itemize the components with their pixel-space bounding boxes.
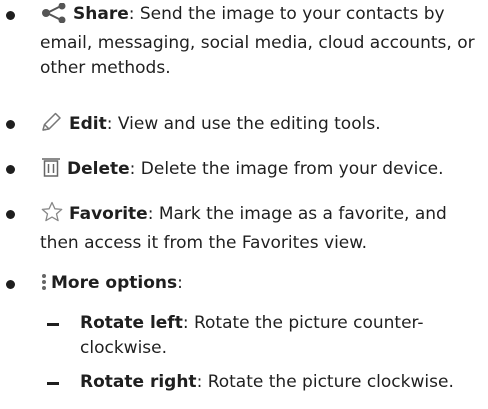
rotate-right-description: : Rotate the picture clockwise.: [196, 372, 454, 392]
delete-term: Delete: [67, 159, 130, 179]
sub-item-rotate-left: Rotate left: Rotate the picture counter-…: [47, 311, 480, 361]
edit-term: Edit: [69, 114, 107, 134]
bullet: [6, 11, 15, 20]
bullet: [6, 120, 15, 129]
edit-description: : View and use the editing tools.: [106, 114, 381, 134]
share-term: Share: [73, 4, 129, 24]
favorite-term: Favorite: [69, 204, 148, 224]
bullet: [6, 280, 15, 289]
list-item-share: Share: Send the image to your contacts b…: [6, 2, 480, 81]
share-icon: [40, 2, 68, 31]
more-options-description: :: [177, 273, 183, 293]
dash: [47, 323, 59, 326]
pencil-icon: [40, 111, 64, 141]
sub-item-rotate-right: Rotate right: Rotate the picture clockwi…: [47, 370, 480, 395]
dash: [47, 382, 59, 385]
list-item-favorite: Favorite: Mark the image as a favorite, …: [6, 201, 480, 256]
rotate-right-term: Rotate right: [80, 372, 197, 392]
star-icon: [40, 201, 64, 231]
bullet: [6, 165, 15, 174]
list-item-edit: Edit: View and use the editing tools.: [6, 111, 480, 141]
trash-icon: [40, 156, 62, 186]
list-item-delete: Delete: Delete the image from your devic…: [6, 156, 480, 186]
rotate-left-term: Rotate left: [80, 313, 183, 333]
more-options-term: More options: [51, 273, 178, 293]
list-item-more-options: More options:: [6, 271, 480, 300]
delete-description: : Delete the image from your device.: [129, 159, 444, 179]
more-options-icon: [40, 272, 48, 300]
bullet: [6, 210, 15, 219]
